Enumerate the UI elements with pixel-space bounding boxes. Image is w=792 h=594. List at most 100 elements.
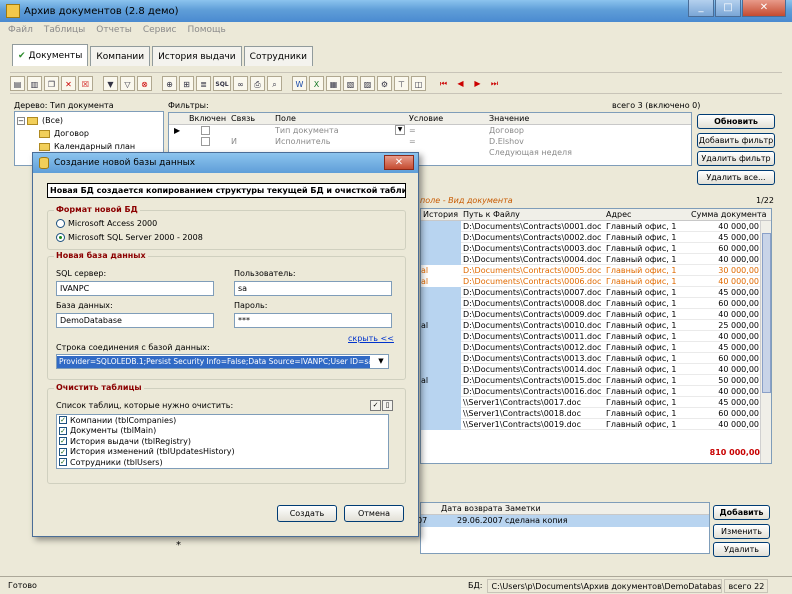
filter-clear-icon[interactable]: ▽ <box>120 75 135 91</box>
table-checkbox-registry[interactable]: ✓ История выдачи (tblRegistry) <box>57 436 388 447</box>
table-row[interactable]: D:\Documents\Contracts\0013.doc Главный о… <box>421 353 771 364</box>
group-header: поле - Вид документа <box>420 196 513 205</box>
menu-tables[interactable]: Таблицы <box>44 25 85 35</box>
first-icon[interactable]: ⏮ <box>436 76 451 91</box>
delete-button[interactable]: Удалить <box>713 542 770 557</box>
table-checkbox-main[interactable]: ✓ Документы (tblMain) <box>57 426 388 437</box>
filter-row[interactable]: ▶ Тип документа ▼ = Договор <box>169 125 691 136</box>
hide-link[interactable]: скрыть << <box>348 334 394 343</box>
table-row[interactable]: al D:\Documents\Contracts\0015.doc Главный… <box>421 375 771 386</box>
table-row[interactable]: al D:\Documents\Contracts\0006.doc Главный… <box>421 276 771 287</box>
documents-grid[interactable]: История Путь к Файлу Адрес Сумма докумен… <box>420 208 772 464</box>
uncheck-all-button[interactable]: ▯ <box>382 400 393 411</box>
radio-access[interactable]: Microsoft Access 2000 <box>56 219 157 228</box>
report-icon[interactable]: ≣ <box>196 75 211 91</box>
table-row[interactable]: \\Server1\Contracts\0019.doc Главный офис… <box>421 419 771 430</box>
chevron-down-icon[interactable]: ▼ <box>374 355 388 368</box>
close-button[interactable]: ✕ <box>742 0 786 17</box>
connection-string-input[interactable]: Provider=SQLOLEDB.1;Persist Security Inf… <box>56 354 389 369</box>
edit-button[interactable]: Изменить <box>713 524 770 539</box>
tree-item-contract[interactable]: Договор <box>17 127 161 140</box>
user-input[interactable]: sa <box>234 281 392 296</box>
history-grid[interactable]: Дата возврата Заметки 07 29.06.2007 сдел… <box>417 502 710 554</box>
tree-item-all[interactable]: − (Все) <box>17 114 161 127</box>
next-icon[interactable]: ▶ <box>470 76 485 91</box>
remove-filter-button[interactable]: Удалить фильтр <box>697 151 775 166</box>
tree-icon[interactable]: ⊤ <box>394 75 409 91</box>
history-row[interactable]: 07 29.06.2007 сделана копия <box>417 515 709 527</box>
word-icon[interactable]: W <box>292 75 307 91</box>
menu-file[interactable]: Файл <box>8 25 33 35</box>
tab-documents[interactable]: ✔ Документы <box>12 44 89 66</box>
minimize-button[interactable]: _ <box>688 0 714 17</box>
tables-checklist[interactable]: ✓ Компании (tblCompanies) ✓ Документы (tbl… <box>56 414 389 469</box>
prev-icon[interactable]: ◀ <box>453 76 468 91</box>
table-row[interactable]: \\Server1\Contracts\0017.doc Главный офис… <box>421 397 771 408</box>
table-row[interactable]: D:\Documents\Contracts\0014.doc Главный о… <box>421 364 771 375</box>
db-icon[interactable]: ◫ <box>411 75 426 91</box>
check-all-button[interactable]: ✓ <box>370 400 381 411</box>
table-checkbox-companies[interactable]: ✓ Компании (tblCompanies) <box>57 415 388 426</box>
scroll-thumb[interactable] <box>762 233 771 393</box>
cancel-button[interactable]: Отмена <box>344 505 404 522</box>
excel-icon[interactable]: X <box>309 75 324 91</box>
menu-service[interactable]: Сервис <box>143 25 177 35</box>
dialog-close-button[interactable]: ✕ <box>384 155 414 170</box>
tab-companies[interactable]: Компании <box>90 46 151 66</box>
last-icon[interactable]: ⏭ <box>487 76 502 91</box>
table-row[interactable]: D:\Documents\Contracts\0007.doc Главный о… <box>421 287 771 298</box>
radio-sqlserver[interactable]: Microsoft SQL Server 2000 - 2008 <box>56 233 203 242</box>
attach-folder-icon[interactable]: ⊞ <box>179 75 194 91</box>
binoculars-icon[interactable]: ∞ <box>233 75 248 91</box>
filter-enabled-checkbox[interactable] <box>201 126 210 135</box>
open-icon[interactable]: ▥ <box>27 75 42 91</box>
add-button[interactable]: Добавить <box>713 505 770 520</box>
chevron-down-icon[interactable]: ▼ <box>395 125 405 135</box>
print-icon[interactable]: ⎙ <box>250 75 265 91</box>
grid3-icon[interactable]: ▨ <box>360 75 375 91</box>
table-checkbox-updates[interactable]: ✓ История изменений (tblUpdatesHistory) <box>57 447 388 458</box>
grid2-icon[interactable]: ▧ <box>343 75 358 91</box>
tab-history[interactable]: История выдачи <box>152 46 242 66</box>
attach-icon[interactable]: ⊕ <box>162 75 177 91</box>
copy-icon[interactable]: ❐ <box>44 75 59 91</box>
settings-icon[interactable]: ⚙ <box>377 75 392 91</box>
add-filter-button[interactable]: Добавить фильтр <box>697 133 775 148</box>
delete-all-icon[interactable]: ☒ <box>78 75 93 91</box>
table-row[interactable]: D:\Documents\Contracts\0016.doc Главный о… <box>421 386 771 397</box>
new-doc-icon[interactable]: ▤ <box>10 75 25 91</box>
menu-help[interactable]: Помощь <box>187 25 225 35</box>
table-row[interactable]: al D:\Documents\Contracts\0010.doc Главный… <box>421 320 771 331</box>
filter-remove-icon[interactable]: ⊗ <box>137 75 152 91</box>
table-row[interactable]: D:\Documents\Contracts\0001.doc Главный о… <box>421 221 771 232</box>
remove-all-button[interactable]: Удалить все... <box>697 170 775 185</box>
database-input[interactable]: DemoDatabase <box>56 313 214 328</box>
create-button[interactable]: Создать <box>277 505 337 522</box>
table-row[interactable]: \\Server1\Contracts\0018.doc Главный офис… <box>421 408 771 419</box>
filter-row[interactable]: И Исполнитель = D.Elshov <box>169 136 691 147</box>
filter-value[interactable]: Следующая неделя <box>489 147 572 159</box>
grid-icon[interactable]: ▦ <box>326 75 341 91</box>
server-input[interactable]: IVANPC <box>56 281 214 296</box>
delete-icon[interactable]: ✕ <box>61 75 76 91</box>
filter-icon[interactable]: ▼ <box>103 75 118 91</box>
table-row[interactable]: D:\Documents\Contracts\0002.doc Главный о… <box>421 232 771 243</box>
tab-employees[interactable]: Сотрудники <box>243 46 313 66</box>
table-row[interactable]: D:\Documents\Contracts\0012.doc Главный о… <box>421 342 771 353</box>
table-row[interactable]: D:\Documents\Contracts\0004.doc Главный о… <box>421 254 771 265</box>
table-row[interactable]: D:\Documents\Contracts\0009.doc Главный о… <box>421 309 771 320</box>
table-checkbox-users[interactable]: ✓ Сотрудники (tblUsers) <box>57 457 388 468</box>
vertical-scrollbar[interactable] <box>760 221 771 463</box>
table-row[interactable]: D:\Documents\Contracts\0011.doc Главный о… <box>421 331 771 342</box>
sql-icon[interactable]: SQL <box>213 75 231 91</box>
table-row[interactable]: al D:\Documents\Contracts\0005.doc Главный… <box>421 265 771 276</box>
collapse-icon[interactable]: − <box>17 116 25 125</box>
filter-enabled-checkbox[interactable] <box>201 137 210 146</box>
password-input[interactable]: *** <box>234 313 392 328</box>
preview-icon[interactable]: ⌕ <box>267 75 282 91</box>
table-row[interactable]: D:\Documents\Contracts\0003.doc Главный о… <box>421 243 771 254</box>
table-row[interactable]: D:\Documents\Contracts\0008.doc Главный о… <box>421 298 771 309</box>
maximize-button[interactable]: □ <box>715 0 741 17</box>
menu-reports[interactable]: Отчеты <box>96 25 132 35</box>
refresh-button[interactable]: Обновить <box>697 114 775 129</box>
